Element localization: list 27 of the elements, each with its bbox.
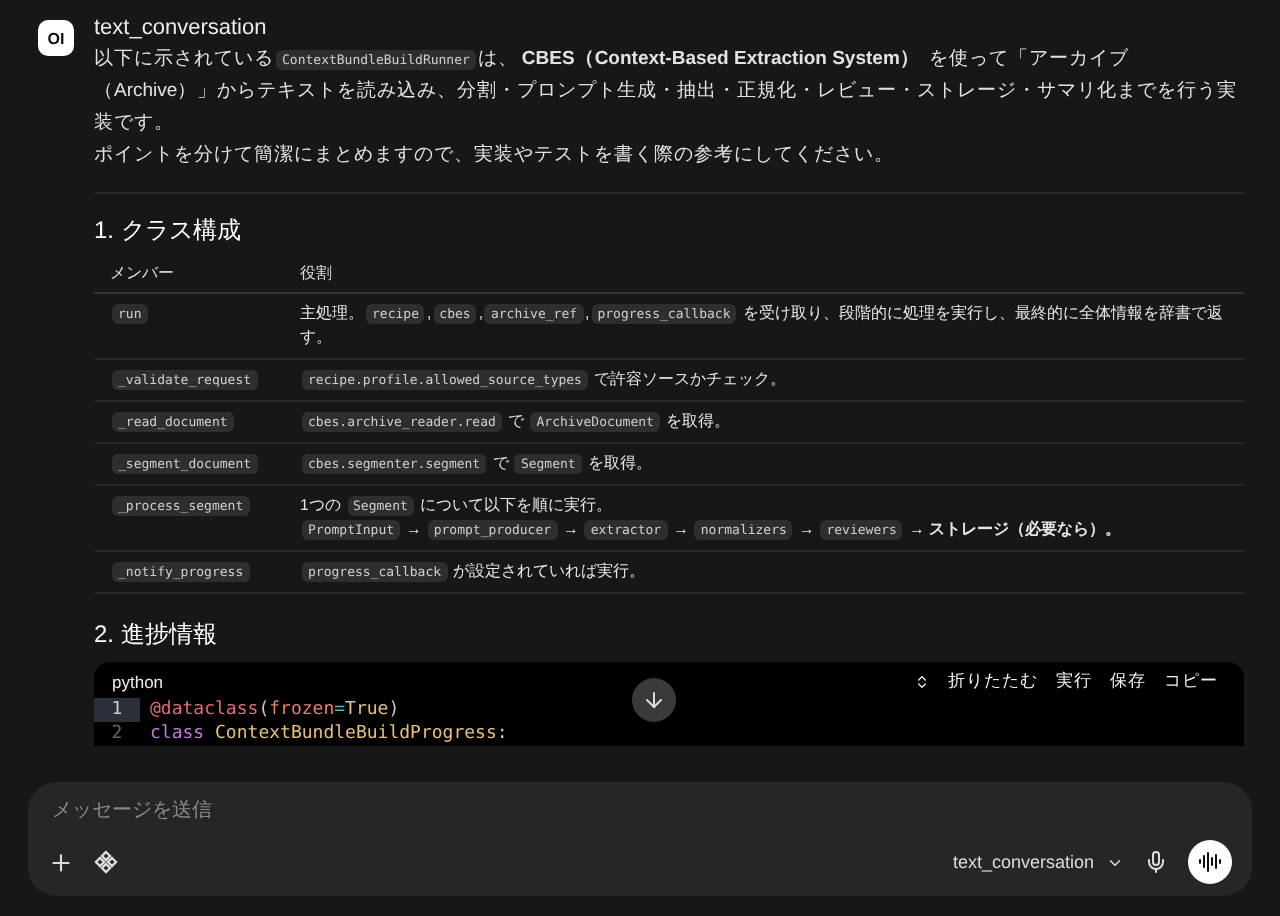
sound-wave-icon	[1198, 850, 1222, 874]
code-line: class ContextBundleBuildProgress:	[150, 722, 508, 746]
section-heading: 1. クラス構成	[94, 214, 243, 248]
diamond-grid-icon	[94, 850, 118, 874]
microphone-icon	[1144, 850, 1168, 874]
code-language: python	[112, 672, 164, 692]
message-paragraph: ポイントを分けて簡潔にまとめますので、実装やテストを書く際の参考にしてください。	[94, 142, 896, 170]
add-button[interactable]	[48, 849, 74, 875]
model-avatar: OI	[38, 20, 74, 56]
arrow-down-icon	[642, 688, 666, 712]
integrations-button[interactable]	[94, 850, 118, 874]
voice-mode-button[interactable]	[1188, 840, 1232, 884]
code-action-button[interactable]: 折りたたむ	[948, 670, 1038, 694]
section-heading: 2. 進捗情報	[94, 618, 219, 652]
model-selector[interactable]: text_conversation	[952, 852, 1124, 872]
message-input[interactable]: メッセージを送信	[48, 798, 1232, 824]
collapse-icon[interactable]	[914, 674, 930, 690]
code-action-button[interactable]: 実行	[1056, 670, 1092, 694]
code-action-button[interactable]: コピー	[1164, 670, 1218, 694]
code-action-button[interactable]: 保存	[1110, 670, 1146, 694]
code-line: @dataclass(frozen=True)	[150, 698, 400, 722]
plus-icon	[48, 849, 74, 875]
model-name: text_conversation	[94, 14, 269, 44]
line-number: 1	[94, 698, 140, 722]
microphone-button[interactable]	[1144, 850, 1168, 874]
scroll-down-button[interactable]	[632, 678, 676, 722]
line-number: 2	[109, 722, 125, 746]
